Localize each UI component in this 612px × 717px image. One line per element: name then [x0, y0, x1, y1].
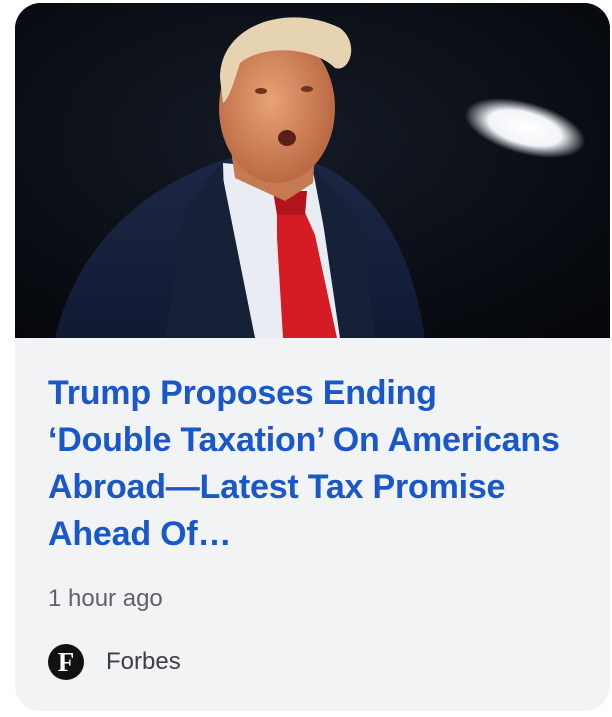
- article-thumbnail[interactable]: [15, 3, 610, 338]
- forbes-logo-icon: F: [48, 644, 84, 680]
- card-body: Trump Proposes Ending ‘Double Taxation’ …: [15, 338, 610, 682]
- article-source[interactable]: F Forbes: [48, 642, 576, 682]
- article-timestamp: 1 hour ago: [48, 585, 163, 612]
- source-name: Forbes: [106, 648, 181, 675]
- article-headline[interactable]: Trump Proposes Ending ‘Double Taxation’ …: [48, 370, 568, 558]
- article-photo: [15, 3, 610, 338]
- news-card[interactable]: Trump Proposes Ending ‘Double Taxation’ …: [15, 3, 610, 711]
